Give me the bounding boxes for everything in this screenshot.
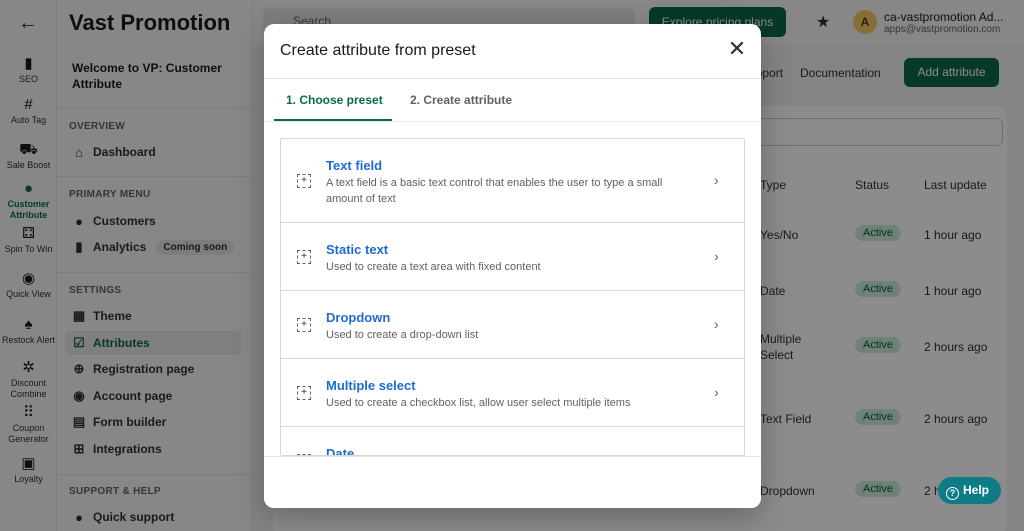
preset-title: Text field — [326, 158, 383, 173]
preset-title: Date — [326, 446, 355, 456]
chevron-right-icon: › — [714, 316, 719, 332]
divider — [264, 121, 761, 122]
add-field-icon: + — [297, 250, 311, 264]
preset-option-dropdown[interactable]: + Dropdown Used to create a drop-down li… — [281, 291, 744, 359]
divider — [264, 78, 761, 79]
help-icon: ? — [946, 487, 959, 500]
preset-description: A text field is a basic text control tha… — [326, 177, 663, 205]
preset-title: Static text — [326, 242, 389, 257]
preset-description: Used to create a checkbox list, allow us… — [326, 397, 631, 409]
add-field-icon: + — [297, 174, 311, 188]
preset-title: Multiple select — [326, 378, 416, 393]
help-button[interactable]: ? Help — [938, 477, 1001, 504]
tab-create-attribute[interactable]: 2. Create attribute — [410, 93, 512, 123]
modal-title: Create attribute from preset — [280, 42, 476, 59]
add-field-icon: + — [297, 318, 311, 332]
chevron-right-icon: › — [714, 248, 719, 264]
preset-description: Used to create a text area with fixed co… — [326, 261, 541, 273]
preset-option-text-field[interactable]: + Text field A text field is a basic tex… — [281, 139, 744, 223]
close-icon[interactable]: ✕ — [725, 38, 749, 62]
chevron-right-icon: › — [714, 172, 719, 188]
help-label: Help — [963, 483, 990, 497]
create-attribute-modal: Create attribute from preset ✕ 1. Choose… — [264, 24, 761, 508]
add-field-icon: + — [297, 386, 311, 400]
chevron-right-icon: › — [714, 384, 719, 400]
preset-description: Used to create a drop-down list — [326, 329, 479, 341]
preset-option-date[interactable]: + Date › — [281, 427, 744, 456]
preset-list: + Text field A text field is a basic tex… — [280, 138, 745, 456]
preset-option-static-text[interactable]: + Static text Used to create a text area… — [281, 223, 744, 291]
preset-option-multiple-select[interactable]: + Multiple select Used to create a check… — [281, 359, 744, 427]
preset-title: Dropdown — [326, 310, 391, 325]
modal-footer — [264, 456, 761, 508]
